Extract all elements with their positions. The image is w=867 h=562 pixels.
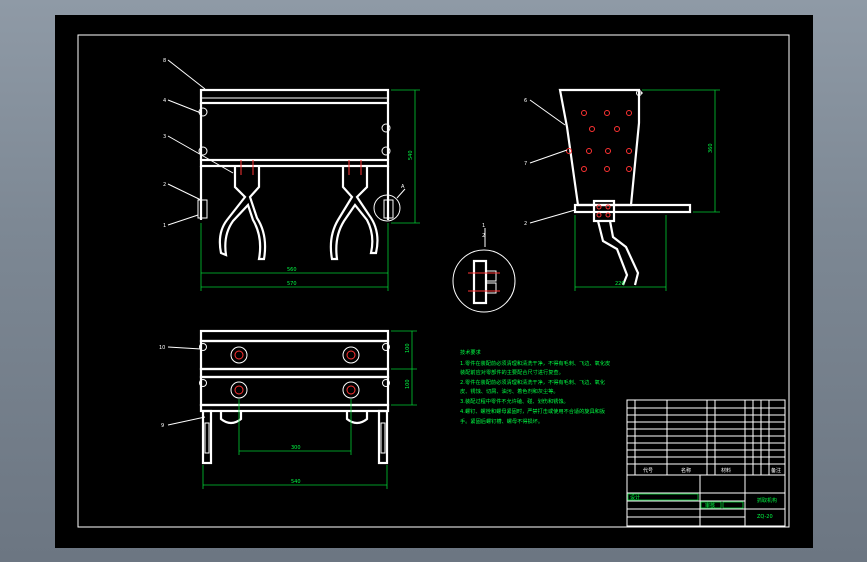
top-rail <box>199 88 390 105</box>
side-plate <box>558 88 641 207</box>
front-view: A 8 4 3 2 1 560 570 540 <box>163 58 420 291</box>
note-line: 皮、锈蚀、切屑、油污、着色剂和灰尘等。 <box>460 387 559 395</box>
bolt-holes <box>230 346 360 399</box>
label-section-2: 2 <box>482 233 485 239</box>
dim-bottom-outer: 540 <box>291 479 301 485</box>
technical-notes: 技术要求 1.零件在装配前必须清理和清洗干净，不得有毛刺、飞边、氧化皮 装配前应… <box>460 348 610 425</box>
note-line: 1.零件在装配前必须清理和清洗干净，不得有毛刺、飞边、氧化皮 <box>460 359 610 367</box>
dim-front-inner: 560 <box>287 267 297 273</box>
dim-bottom-mid: 100 <box>405 379 411 389</box>
section-detail: 1 2 <box>452 223 516 313</box>
label-side-7: 7 <box>524 161 527 167</box>
tb-header-material: 材料 <box>721 467 731 474</box>
label-front-1: 1 <box>163 223 166 229</box>
note-line: 4.螺钉、螺栓和螺母紧固时，严禁打击或使用不合适的旋具和扳 <box>460 407 606 415</box>
notes-title: 技术要求 <box>460 348 482 356</box>
dim-bottom-inner: 300 <box>291 445 301 451</box>
label-front-2: 2 <box>163 182 166 188</box>
tb-drawing-name: 抓取机构 <box>757 497 777 504</box>
label-bottom-10: 10 <box>159 345 165 351</box>
label-bottom-9: 9 <box>161 423 164 429</box>
tb-drawing-no: ZQ-20 <box>757 514 773 520</box>
label-front-3: 3 <box>163 134 166 140</box>
title-block: 代号 名称 材料 备注 抓取机构 ZQ-20 设计 审核 <box>626 399 786 527</box>
cad-viewport[interactable]: A 8 4 3 2 1 560 570 540 6 7 2 360 220 1 … <box>55 15 813 548</box>
tb-checker: 审核 <box>705 502 715 509</box>
tb-header-code: 代号 <box>643 467 653 474</box>
label-side-6: 6 <box>524 98 527 104</box>
assembly-drawing: A 8 4 3 2 1 560 570 540 6 7 2 360 220 1 … <box>77 34 790 528</box>
dim-side-width: 220 <box>615 281 625 287</box>
dim-front-outer: 570 <box>287 281 297 287</box>
drawing-frame <box>77 34 790 528</box>
right-gripper <box>329 166 379 261</box>
hole-pattern <box>566 110 632 172</box>
note-line: 装配前应对零部件的主要配合尺寸进行复查。 <box>460 368 564 376</box>
label-section-1: 1 <box>482 223 485 229</box>
label-front-top: 8 <box>163 58 166 64</box>
left-gripper <box>218 166 267 261</box>
detail-mark: A <box>401 184 405 190</box>
dim-front-height: 540 <box>408 150 414 160</box>
side-rail <box>573 203 692 214</box>
tb-header-note: 备注 <box>771 467 781 474</box>
dim-side-height: 360 <box>708 143 714 153</box>
label-front-4: 4 <box>163 98 166 104</box>
note-line: 2.零件在装配前必须清理和清洗干净，不得有毛刺、飞边、氧化 <box>460 378 605 386</box>
dim-bottom-top: 100 <box>405 343 411 353</box>
tb-header-name: 名称 <box>681 467 691 474</box>
side-finger <box>596 220 640 286</box>
note-line: 3.装配过程中零件不允许磕、碰、划伤和锈蚀。 <box>460 397 569 405</box>
mid-plate <box>199 158 390 168</box>
side-view: 6 7 2 360 220 <box>524 88 720 291</box>
note-line: 手。紧固后螺钉槽、螺母不得损坏。 <box>460 417 543 425</box>
tb-designer: 设计 <box>630 494 640 501</box>
label-side-2: 2 <box>524 221 527 227</box>
plan-view: 10 9 100 100 300 540 <box>159 329 417 489</box>
